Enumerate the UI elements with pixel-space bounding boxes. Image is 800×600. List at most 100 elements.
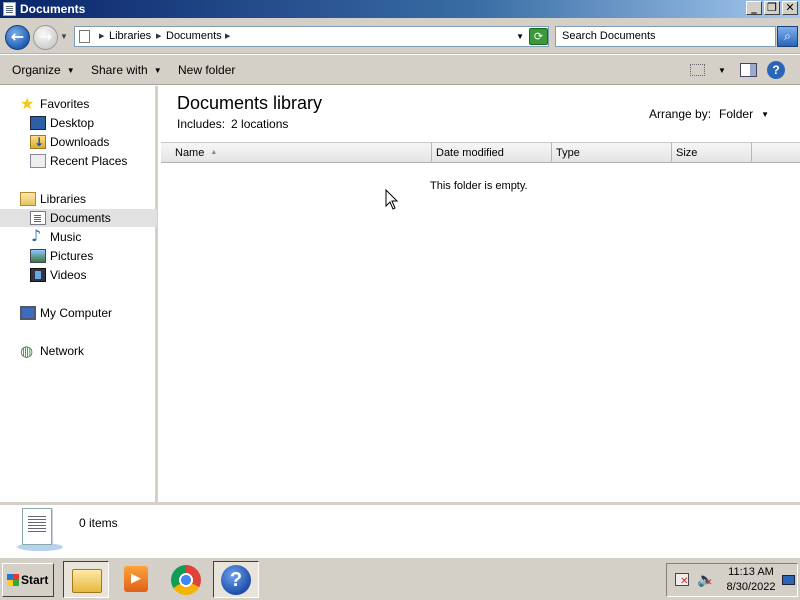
clock-time[interactable]: 11:13 AM (725, 566, 777, 578)
taskbar-help-button[interactable] (213, 561, 259, 598)
window-controls: _ ❐ ✕ (746, 1, 798, 15)
column-size[interactable]: Size (672, 143, 752, 163)
chevron-down-icon: ▼ (153, 66, 162, 75)
share-with-menu[interactable]: Share with ▼ (91, 63, 162, 77)
breadcrumb-documents[interactable]: Documents (166, 30, 222, 42)
window-title: Documents (20, 2, 86, 16)
chevron-right-icon[interactable]: ▶ (225, 32, 230, 40)
nav-item-documents[interactable]: Documents (0, 209, 157, 227)
command-bar: Organize ▼ Share with ▼ New folder ▼ ? (0, 55, 800, 85)
forward-button[interactable]: → (33, 25, 58, 50)
refresh-icon[interactable]: ⟳ (529, 28, 548, 45)
videos-icon (30, 268, 46, 282)
column-date-modified[interactable]: Date modified (432, 143, 552, 163)
libraries-icon (20, 192, 36, 206)
column-name[interactable]: Name ▲ (161, 143, 432, 163)
recent-pages-dropdown[interactable]: ▼ (60, 32, 68, 41)
music-icon (30, 227, 46, 245)
column-type[interactable]: Type (552, 143, 672, 163)
nav-item-downloads[interactable]: Downloads (30, 133, 109, 151)
organize-label: Organize (12, 63, 61, 77)
nav-item-label: Documents (50, 211, 111, 225)
nav-favorites[interactable]: Favorites (20, 95, 89, 113)
show-desktop-icon[interactable] (782, 575, 795, 585)
nav-item-label: Desktop (50, 116, 95, 130)
nav-item-label: Pictures (50, 249, 94, 263)
arrange-by: Arrange by: Folder ▼ (649, 107, 769, 121)
sort-ascending-icon: ▲ (210, 149, 218, 156)
share-with-label: Share with (91, 63, 148, 77)
chevron-right-icon[interactable]: ▶ (156, 32, 161, 40)
nav-network-label: Network (40, 344, 85, 358)
search-input[interactable]: Search Documents (555, 26, 776, 47)
nav-item-desktop[interactable]: Desktop (30, 114, 94, 132)
includes-label: Includes: (177, 117, 226, 131)
arrange-by-label: Arrange by: (649, 107, 712, 121)
title-bar[interactable]: Documents _ ❐ ✕ (0, 0, 800, 18)
star-icon (20, 95, 36, 113)
maximize-button[interactable]: ❐ (764, 1, 780, 15)
item-count: 0 items (79, 516, 118, 530)
column-name-label: Name (175, 147, 205, 159)
mouse-pointer-icon (385, 189, 399, 210)
network-icon (20, 342, 36, 360)
includes-locations-link[interactable]: 2 locations (231, 117, 288, 131)
windows-logo-icon (7, 574, 19, 586)
details-pane: 0 items (0, 502, 800, 556)
downloads-icon (30, 133, 46, 151)
address-history-dropdown[interactable]: ▼ (516, 32, 524, 41)
nav-item-recent-places[interactable]: Recent Places (30, 152, 127, 170)
chevron-down-icon: ▼ (66, 66, 75, 75)
library-includes: Includes: 2 locations (177, 117, 288, 131)
pictures-icon (30, 249, 46, 263)
taskbar-explorer-button[interactable] (63, 561, 109, 598)
chevron-right-icon[interactable]: ▶ (99, 32, 104, 40)
back-button[interactable]: ← (5, 25, 30, 50)
documents-large-icon (22, 508, 52, 545)
documents-icon (30, 211, 46, 225)
empty-folder-message: This folder is empty. (430, 180, 528, 192)
navigation-pane: Favorites Desktop Downloads Recent Place… (0, 86, 158, 502)
breadcrumb-libraries[interactable]: Libraries (109, 30, 151, 42)
chevron-down-icon[interactable]: ▼ (761, 110, 769, 119)
change-view-icon[interactable] (690, 64, 705, 76)
network-disconnected-icon[interactable] (675, 573, 689, 587)
nav-libraries-label: Libraries (40, 192, 87, 206)
nav-item-pictures[interactable]: Pictures (30, 247, 93, 265)
new-folder-button[interactable]: New folder (178, 63, 235, 77)
start-label: Start (21, 573, 49, 587)
nav-favorites-label: Favorites (40, 97, 90, 111)
chevron-down-icon[interactable]: ▼ (718, 66, 726, 75)
nav-my-computer[interactable]: My Computer (20, 304, 112, 322)
volume-muted-icon[interactable]: 🔈 ✕ (697, 572, 714, 588)
location-icon (79, 30, 90, 43)
address-bar[interactable]: ▶ Libraries ▶ Documents ▶ ▼ (74, 26, 549, 47)
recent-places-icon (30, 154, 46, 168)
computer-icon (20, 306, 36, 320)
address-bar-row: ← → ▼ ▶ Libraries ▶ Documents ▶ ▼ ⟳ Sear… (0, 18, 800, 54)
clock-date[interactable]: 8/30/2022 (721, 581, 781, 593)
search-icon[interactable]: ⌕ (777, 26, 798, 47)
nav-network[interactable]: Network (20, 342, 84, 360)
nav-libraries[interactable]: Libraries (20, 190, 86, 208)
system-tray: 🔈✕ 11:13 AM 8/30/2022 (666, 563, 798, 597)
nav-item-music[interactable]: Music (30, 227, 81, 246)
nav-item-label: Recent Places (50, 154, 128, 168)
taskbar-chrome-button[interactable] (163, 561, 209, 598)
nav-item-label: Downloads (50, 135, 110, 149)
file-list-pane[interactable]: Documents library Includes: 2 locations A… (161, 86, 800, 502)
start-button[interactable]: Start (2, 563, 54, 597)
organize-menu[interactable]: Organize ▼ (12, 63, 75, 77)
arrange-by-dropdown[interactable]: Folder (719, 107, 753, 121)
nav-item-videos[interactable]: Videos (30, 266, 86, 284)
help-icon[interactable]: ? (767, 61, 785, 79)
nav-item-label: Videos (50, 268, 87, 282)
taskbar: Start 🔈✕ 11:13 AM 8/30/2022 (0, 557, 800, 600)
documents-window-icon (3, 2, 16, 16)
desktop-icon (30, 116, 46, 130)
minimize-button[interactable]: _ (746, 1, 762, 15)
nav-my-computer-label: My Computer (40, 306, 113, 320)
preview-pane-icon[interactable] (740, 63, 757, 77)
close-button[interactable]: ✕ (782, 1, 798, 15)
taskbar-media-player-button[interactable] (113, 561, 159, 598)
